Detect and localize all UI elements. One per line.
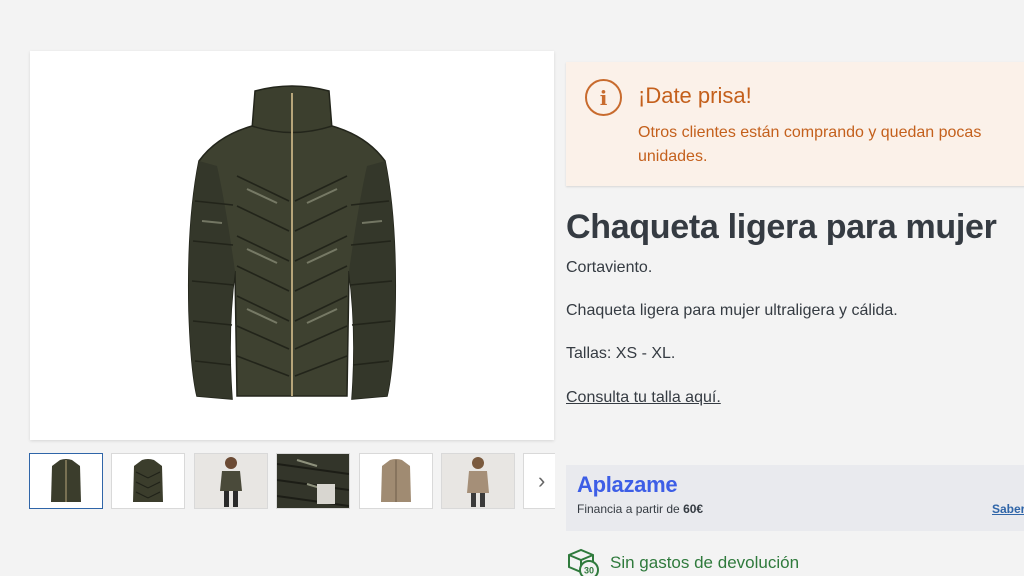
thumbnail-6[interactable] <box>441 453 515 509</box>
financing-prefix: Financia a partir de <box>577 502 680 516</box>
info-icon: i <box>585 79 622 116</box>
thumbnail-4[interactable] <box>276 453 350 509</box>
thumbnail-5[interactable] <box>359 453 433 509</box>
jacket-thumbnail-image <box>51 459 81 502</box>
alert-text: Otros clientes están comprando y quedan … <box>638 124 982 165</box>
chevron-right-icon[interactable]: › <box>523 453 555 509</box>
jacket-back-thumbnail-image <box>133 459 163 502</box>
product-title: Chaqueta ligera para mujer <box>566 208 997 246</box>
alert-title: ¡Date prisa! <box>638 83 752 108</box>
jacket-image <box>187 84 397 400</box>
financing-more-link[interactable]: Saber <box>992 502 1024 516</box>
product-subtitle: Cortaviento. <box>566 259 653 276</box>
stock-alert: i ¡Date prisa! Otros clientes están comp… <box>566 62 1024 186</box>
aplazame-logo: Aplazame <box>577 472 678 497</box>
financing-box: Aplazame Financia a partir de 60€ Saber <box>566 465 1024 531</box>
product-description: Chaqueta ligera para mujer ultraligera y… <box>566 302 898 319</box>
product-main-image[interactable] <box>30 51 554 440</box>
beige-model-thumbnail-image <box>467 457 489 507</box>
box-30-icon-number: 30 <box>584 566 594 576</box>
size-guide-link[interactable]: Consulta tu talla aquí. <box>566 389 721 407</box>
detail-thumbnail-image <box>277 454 349 508</box>
free-returns-info: 30 Sin gastos de devolución <box>566 547 799 576</box>
thumbnail-2[interactable] <box>111 453 185 509</box>
thumbnail-1[interactable] <box>29 453 103 509</box>
financing-amount: 60€ <box>683 502 704 516</box>
free-returns-label: Sin gastos de devolución <box>610 553 800 572</box>
product-sizes: Tallas: XS - XL. <box>566 345 676 362</box>
financing-text: Financia a partir de 60€ <box>577 502 703 516</box>
beige-jacket-thumbnail-image <box>381 459 411 502</box>
thumbnail-3[interactable] <box>194 453 268 509</box>
box-30-icon: 30 <box>568 548 599 576</box>
model-thumbnail-image <box>220 457 242 507</box>
thumbnail-strip: › <box>29 453 555 509</box>
